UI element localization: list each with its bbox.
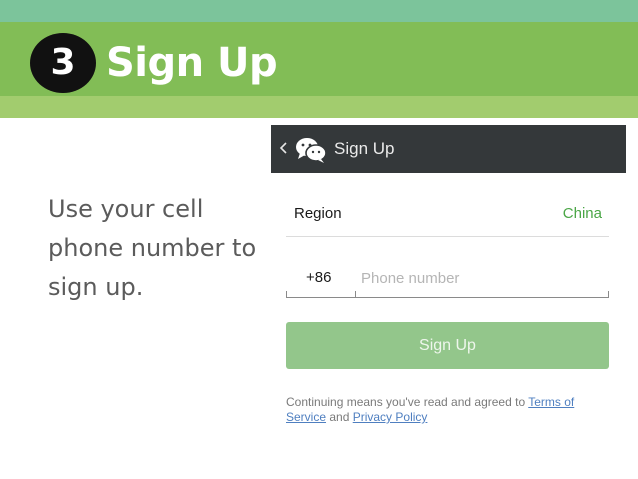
field-underline-tick — [286, 291, 287, 297]
step-number-badge: 3 — [30, 33, 96, 93]
field-underline-tick — [608, 291, 609, 297]
sign-up-button[interactable]: Sign Up — [286, 322, 609, 369]
step-number: 3 — [50, 42, 76, 83]
region-value: China — [562, 205, 602, 222]
phone-number-row: +86 — [286, 260, 609, 298]
header-band-bottom — [0, 96, 638, 118]
slide-caption: Use your cell phone number to sign up. — [48, 195, 257, 301]
terms-prefix: Continuing means you've read and agreed … — [286, 395, 529, 409]
region-label: Region — [294, 205, 342, 222]
terms-conjunction: and — [326, 410, 353, 424]
region-selector[interactable]: Region China — [286, 195, 609, 237]
privacy-policy-link[interactable]: Privacy Policy — [353, 410, 428, 424]
terms-notice: Continuing means you've read and agreed … — [286, 395, 616, 425]
field-underline-tick — [355, 291, 356, 297]
country-code[interactable]: +86 — [306, 269, 331, 286]
header-band-top — [0, 0, 638, 22]
phone-number-input[interactable] — [361, 265, 601, 291]
phone-screenshot: Sign Up Region China +86 Sign Up Continu… — [271, 125, 626, 479]
app-header-bar: Sign Up — [271, 125, 626, 173]
slide-title: Sign Up — [106, 40, 278, 86]
wechat-logo-icon — [296, 138, 327, 163]
app-header-title: Sign Up — [334, 139, 395, 158]
chevron-left-icon[interactable] — [277, 138, 291, 158]
